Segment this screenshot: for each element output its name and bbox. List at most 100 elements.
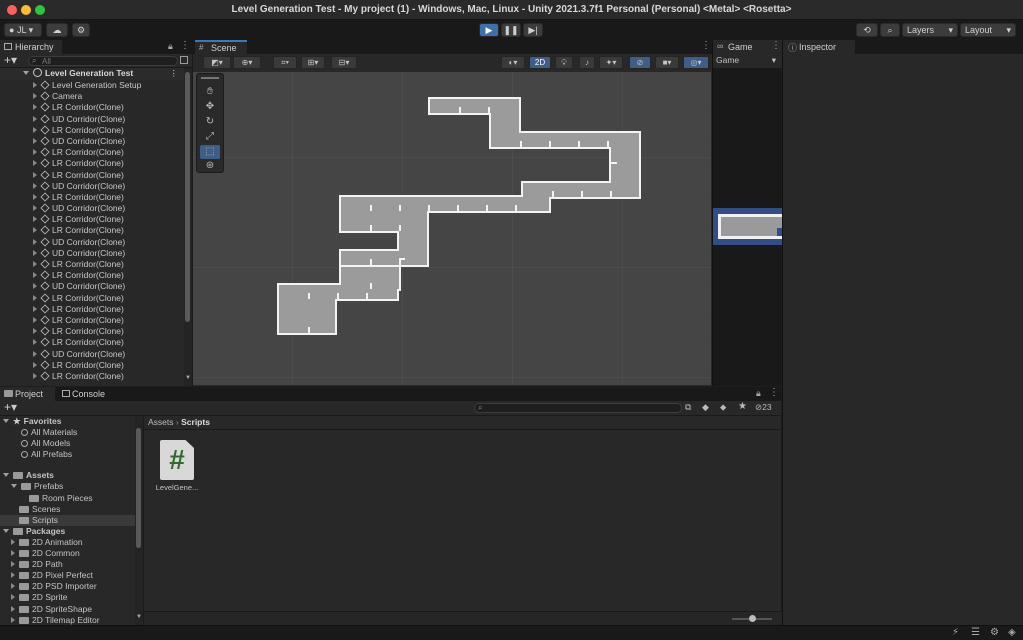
scene-more-icon[interactable]: ⋮ <box>170 68 179 79</box>
chevron-right-icon[interactable] <box>33 149 37 156</box>
more-options-icon[interactable]: ⋮ <box>701 40 711 51</box>
package-item[interactable]: 2D Common <box>0 548 136 559</box>
cache-server-icon[interactable]: ☰ <box>971 627 980 638</box>
hierarchy-item[interactable]: UD Corridor(Clone) <box>0 281 184 292</box>
auto-generate-lighting-icon[interactable]: ⚡︎ <box>952 627 959 638</box>
hierarchy-item[interactable]: LR Corridor(Clone) <box>0 214 184 225</box>
create-icon[interactable]: +▾ <box>4 401 17 414</box>
chevron-right-icon[interactable] <box>33 372 37 379</box>
chevron-right-icon[interactable] <box>11 616 15 623</box>
favorite-star-icon[interactable]: ★ <box>738 401 747 412</box>
hierarchy-item[interactable]: LR Corridor(Clone) <box>0 371 184 382</box>
chevron-right-icon[interactable] <box>33 294 37 301</box>
slider-handle[interactable] <box>749 615 756 622</box>
assets-header[interactable]: Assets <box>0 470 136 481</box>
hierarchy-item[interactable]: LR Corridor(Clone) <box>0 270 184 281</box>
hierarchy-item[interactable]: LR Corridor(Clone) <box>0 360 184 371</box>
hierarchy-item[interactable]: UD Corridor(Clone) <box>0 237 184 248</box>
grid-snapping-icon[interactable]: ⌗▾ <box>273 56 297 69</box>
hierarchy-item[interactable]: UD Corridor(Clone) <box>0 136 184 147</box>
chevron-right-icon[interactable] <box>33 216 37 223</box>
move-tool-icon[interactable]: ✥ <box>200 100 220 114</box>
folder-tree-scrollbar[interactable]: ▼ <box>135 416 143 625</box>
folder-scenes[interactable]: Scenes <box>0 504 136 515</box>
shading-icon[interactable]: ◐▾ <box>501 56 525 69</box>
chevron-right-icon[interactable] <box>33 316 37 323</box>
history-icon[interactable]: ⟲ <box>856 23 878 37</box>
audio-icon[interactable]: ♪ <box>579 56 595 69</box>
folder-room-pieces[interactable]: Room Pieces <box>0 493 136 504</box>
chevron-right-icon[interactable] <box>33 328 37 335</box>
scroll-down-icon[interactable]: ▼ <box>185 375 191 381</box>
favorites-header[interactable]: ★ Favorites <box>0 416 136 427</box>
hierarchy-item[interactable]: LR Corridor(Clone) <box>0 102 184 113</box>
collab-icon[interactable]: ⚙ <box>72 23 90 37</box>
chevron-right-icon[interactable] <box>33 93 37 100</box>
scene-view[interactable]: ✋︎ ✥ ↻ ⤢ ⬚ ⊛ <box>193 72 711 385</box>
hierarchy-item[interactable]: UD Corridor(Clone) <box>0 203 184 214</box>
more-options-icon[interactable]: ⋮ <box>769 387 779 398</box>
chevron-right-icon[interactable] <box>33 272 37 279</box>
chevron-right-icon[interactable] <box>11 538 15 545</box>
hierarchy-item[interactable]: LR Corridor(Clone) <box>0 192 184 203</box>
chevron-right-icon[interactable] <box>33 249 37 256</box>
chevron-right-icon[interactable] <box>33 137 37 144</box>
chevron-right-icon[interactable] <box>33 193 37 200</box>
chevron-right-icon[interactable] <box>33 305 37 312</box>
favorite-item[interactable]: All Models <box>0 438 136 449</box>
step-button[interactable]: ▶| <box>523 23 543 37</box>
progress-icon[interactable]: ◈ <box>1008 627 1016 638</box>
expand-icon[interactable] <box>180 56 188 64</box>
play-button[interactable]: ▶ <box>479 23 499 37</box>
hierarchy-item[interactable]: LR Corridor(Clone) <box>0 158 184 169</box>
chevron-right-icon[interactable] <box>11 572 15 579</box>
transform-tool-icon[interactable]: ⊛ <box>200 159 220 173</box>
chevron-right-icon[interactable] <box>11 594 15 601</box>
chevron-right-icon[interactable] <box>33 227 37 234</box>
gizmos-icon[interactable]: ◎▾ <box>683 56 709 69</box>
chevron-right-icon[interactable] <box>11 605 15 612</box>
hierarchy-item[interactable]: LR Corridor(Clone) <box>0 225 184 236</box>
hierarchy-item[interactable]: LR Corridor(Clone) <box>0 304 184 315</box>
add-icon[interactable]: +▾ <box>4 54 17 67</box>
scroll-down-icon[interactable]: ▼ <box>136 614 142 620</box>
hierarchy-item[interactable]: LR Corridor(Clone) <box>0 337 184 348</box>
hierarchy-search-input[interactable]: ⌕ All <box>28 56 178 66</box>
hierarchy-item[interactable]: LR Corridor(Clone) <box>0 293 184 304</box>
more-options-icon[interactable]: ⋮ <box>771 40 781 51</box>
hierarchy-item[interactable]: LR Corridor(Clone) <box>0 315 184 326</box>
hierarchy-item[interactable]: UD Corridor(Clone) <box>0 114 184 125</box>
chevron-right-icon[interactable] <box>11 583 15 590</box>
lock-icon[interactable]: 🔒︎ <box>756 388 761 399</box>
scrollbar-thumb[interactable] <box>136 428 141 548</box>
project-search-input[interactable]: ⌕ <box>474 403 682 413</box>
search-icon[interactable]: ⌕ <box>880 23 900 37</box>
breadcrumb-assets[interactable]: Assets <box>148 417 174 427</box>
layers-dropdown[interactable]: Layers ▾ <box>902 23 958 37</box>
global-icon[interactable]: ⊕▾ <box>233 56 261 69</box>
chevron-right-icon[interactable] <box>33 361 37 368</box>
hierarchy-item[interactable]: Level Generation Setup <box>0 80 184 91</box>
hidden-packages-toggle[interactable]: ⊘23 <box>755 402 772 413</box>
scale-tool-icon[interactable]: ⤢ <box>200 130 220 144</box>
chevron-right-icon[interactable] <box>33 82 37 88</box>
hierarchy-item[interactable]: UD Corridor(Clone) <box>0 349 184 360</box>
favorite-item[interactable]: All Materials <box>0 427 136 438</box>
package-item[interactable]: 2D Tilemap Editor <box>0 615 136 625</box>
label-icon[interactable]: ⬥ <box>720 402 726 413</box>
hidden-objects-icon[interactable]: ⊘ <box>629 56 651 69</box>
hierarchy-item[interactable]: LR Corridor(Clone) <box>0 170 184 181</box>
overlay-handle[interactable] <box>201 77 219 79</box>
pause-button[interactable]: ❚❚ <box>501 23 521 37</box>
chevron-right-icon[interactable] <box>33 283 37 290</box>
breadcrumb-scripts[interactable]: Scripts <box>181 417 210 427</box>
hierarchy-item[interactable]: UD Corridor(Clone) <box>0 248 184 259</box>
chevron-right-icon[interactable] <box>33 238 37 245</box>
hand-tool-icon[interactable]: ✋︎ <box>200 85 220 99</box>
chevron-right-icon[interactable] <box>33 171 37 178</box>
chevron-right-icon[interactable] <box>11 561 15 568</box>
lock-icon[interactable]: 🔒︎ <box>168 41 173 52</box>
filter-icon[interactable]: ◆ <box>702 402 709 413</box>
camera-icon[interactable]: ■▾ <box>655 56 679 69</box>
increment-snap-icon[interactable]: ⊟▾ <box>331 56 357 69</box>
